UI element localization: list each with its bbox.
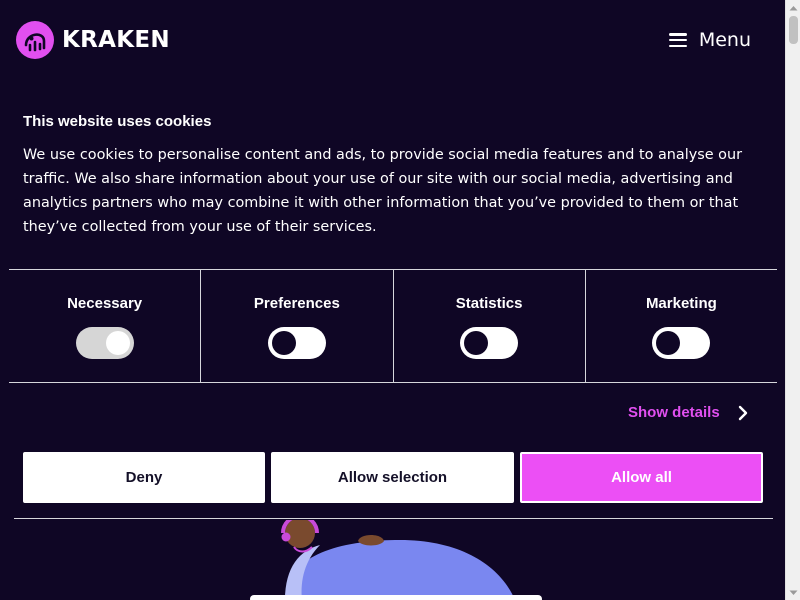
page-scrollbar[interactable] — [785, 0, 800, 600]
arrow-up-icon — [789, 5, 798, 10]
arrow-down-icon — [789, 590, 798, 595]
necessary-toggle — [75, 327, 134, 359]
consent-label-preferences: Preferences — [253, 295, 340, 312]
kraken-page: KRAKEN Menu This website uses cookies We… — [0, 0, 800, 600]
consent-category-statistics: Statistics — [394, 270, 586, 382]
cookie-banner-description: We use cookies to personalise content an… — [23, 147, 743, 235]
consent-categories: Necessary Preferences Statistics Marketi… — [9, 269, 777, 383]
chevron-right-icon — [738, 405, 747, 420]
consent-button-row: Deny Allow selection Allow all — [23, 452, 763, 504]
scrollbar-thumb[interactable] — [789, 16, 798, 44]
allow-selection-button[interactable]: Allow selection — [271, 452, 514, 503]
scroll-up-button[interactable] — [786, 0, 800, 15]
cookie-banner-title: This website uses cookies — [23, 113, 212, 130]
consent-label-marketing: Marketing — [645, 295, 717, 312]
menu-button[interactable]: Menu — [668, 29, 751, 51]
deny-button[interactable]: Deny — [23, 452, 265, 503]
allow-all-button[interactable]: Allow all — [520, 452, 763, 503]
cookie-consent-banner: This website uses cookies We use cookies… — [0, 96, 785, 520]
show-details-label: Show details — [628, 404, 720, 421]
scroll-down-button[interactable] — [786, 585, 800, 600]
consent-label-statistics: Statistics — [455, 295, 523, 312]
consent-label-necessary: Necessary — [67, 295, 143, 312]
brand-logo[interactable]: KRAKEN — [16, 21, 170, 59]
consent-category-necessary: Necessary — [9, 270, 202, 382]
marketing-toggle[interactable] — [652, 327, 711, 359]
banner-divider — [14, 518, 773, 519]
kraken-squid-logo-icon — [16, 21, 54, 59]
hamburger-menu-icon — [668, 33, 687, 47]
show-details-link[interactable]: Show details — [628, 404, 748, 421]
consent-category-marketing: Marketing — [586, 270, 777, 382]
consent-category-preferences: Preferences — [201, 270, 394, 382]
brand-name: KRAKEN — [62, 27, 170, 53]
preferences-toggle[interactable] — [267, 327, 326, 359]
menu-label: Menu — [698, 29, 751, 51]
site-header: KRAKEN Menu — [0, 0, 785, 80]
statistics-toggle[interactable] — [460, 327, 519, 359]
